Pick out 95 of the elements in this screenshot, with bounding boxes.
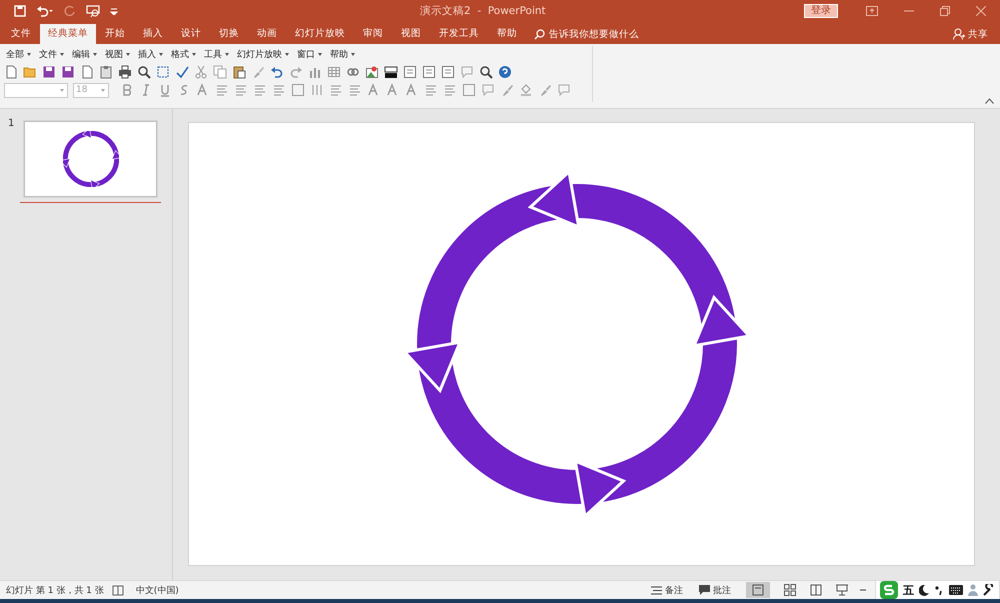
menu-item[interactable]: 全部 bbox=[3, 48, 34, 61]
font-size-value: 18 bbox=[76, 84, 88, 94]
language-label[interactable]: 中文(中国) bbox=[136, 584, 179, 596]
slide-show-icon[interactable] bbox=[836, 584, 848, 596]
ribbon-display-icon[interactable] bbox=[866, 6, 878, 16]
undo-icon[interactable] bbox=[270, 65, 284, 79]
frame-icon[interactable] bbox=[156, 65, 170, 79]
magnifier-icon[interactable] bbox=[479, 65, 493, 79]
redo-icon bbox=[64, 5, 76, 17]
tell-me-field[interactable]: 告诉我你想要做什么 bbox=[534, 24, 659, 44]
picture-icon[interactable] bbox=[365, 65, 379, 79]
text-box-icon bbox=[291, 83, 305, 97]
slide-number: 1 bbox=[8, 118, 14, 129]
menu-item[interactable]: 窗口 bbox=[294, 48, 325, 61]
normal-view-icon[interactable] bbox=[746, 582, 770, 598]
menu-item[interactable]: 格式 bbox=[168, 48, 199, 61]
ribbon-tab[interactable]: 审阅 bbox=[354, 24, 392, 44]
ribbon-tab[interactable]: 经典菜单 bbox=[40, 24, 96, 44]
fill-color-icon[interactable] bbox=[384, 65, 398, 79]
align-lines-icon bbox=[348, 83, 362, 97]
align-lines-icon bbox=[329, 83, 343, 97]
menu-item[interactable]: 帮助 bbox=[327, 48, 358, 61]
text-box-icon bbox=[462, 83, 476, 97]
align-lines-icon bbox=[272, 83, 286, 97]
menu-item[interactable]: 工具 bbox=[201, 48, 232, 61]
brush-icon bbox=[538, 83, 552, 97]
ribbon-tab[interactable]: 开发工具 bbox=[430, 24, 488, 44]
align-lines-icon bbox=[424, 83, 438, 97]
moon-icon bbox=[919, 584, 929, 596]
menu-item[interactable]: 幻灯片放映 bbox=[234, 48, 292, 61]
ribbon-tab[interactable]: 幻灯片放映 bbox=[286, 24, 354, 44]
keyboard-icon bbox=[949, 585, 963, 595]
folder-icon[interactable] bbox=[23, 65, 37, 79]
ribbon-tab[interactable]: 视图 bbox=[392, 24, 430, 44]
paste-icon[interactable] bbox=[232, 65, 246, 79]
ribbon-tab[interactable]: 设计 bbox=[172, 24, 210, 44]
slide-info: 幻灯片 第 1 张，共 1 张 bbox=[6, 584, 104, 596]
scissors-icon[interactable] bbox=[194, 65, 208, 79]
menu-item[interactable]: 插入 bbox=[135, 48, 166, 61]
align-lines-icon bbox=[443, 83, 457, 97]
text-box-icon[interactable] bbox=[441, 65, 455, 79]
table-icon[interactable] bbox=[327, 65, 341, 79]
ribbon-tab[interactable]: 开始 bbox=[96, 24, 134, 44]
align-lines-icon bbox=[215, 83, 229, 97]
ribbon-tab[interactable]: 插入 bbox=[134, 24, 172, 44]
notes-icon bbox=[651, 586, 662, 594]
menu-item[interactable]: 编辑 bbox=[69, 48, 100, 61]
fill-color-icon bbox=[519, 83, 533, 97]
input-mode-label: 五 bbox=[903, 582, 914, 598]
page-icon[interactable] bbox=[4, 65, 18, 79]
menu-item[interactable]: 文件 bbox=[36, 48, 67, 61]
ribbon-tab[interactable]: 切换 bbox=[210, 24, 248, 44]
underline-icon bbox=[158, 83, 172, 97]
customize-caret-icon[interactable] bbox=[110, 7, 118, 15]
brush-icon bbox=[500, 83, 514, 97]
input-method-logo-icon bbox=[880, 581, 898, 599]
close-icon[interactable] bbox=[976, 6, 986, 16]
text-box-icon[interactable] bbox=[403, 65, 417, 79]
save-icon[interactable] bbox=[42, 65, 56, 79]
share-button[interactable]: 共享 bbox=[953, 24, 988, 44]
ribbon-tab[interactable]: 文件 bbox=[2, 24, 40, 44]
save-icon[interactable] bbox=[14, 5, 26, 17]
magnifier-icon[interactable] bbox=[137, 65, 151, 79]
comment-icon bbox=[481, 83, 495, 97]
align-lines-icon bbox=[253, 83, 267, 97]
clipboard-icon[interactable] bbox=[99, 65, 113, 79]
input-method-bar[interactable]: 五 bbox=[875, 580, 1000, 600]
person-icon bbox=[968, 584, 978, 596]
window-title: 演示文稿2 - PowerPoint bbox=[420, 4, 546, 18]
notes-button[interactable]: 备注 bbox=[647, 584, 687, 596]
printer-icon[interactable] bbox=[118, 65, 132, 79]
page-icon[interactable] bbox=[80, 65, 94, 79]
ribbon-tab[interactable]: 帮助 bbox=[488, 24, 526, 44]
comment-icon bbox=[699, 585, 710, 595]
search-icon bbox=[534, 28, 545, 40]
reading-view-icon[interactable] bbox=[810, 584, 822, 596]
help-icon[interactable] bbox=[498, 65, 512, 79]
presentation-icon[interactable] bbox=[86, 4, 100, 18]
menu-item[interactable]: 视图 bbox=[102, 48, 133, 61]
login-button[interactable]: 登录 bbox=[804, 4, 838, 18]
collapse-ribbon-icon[interactable] bbox=[985, 98, 994, 104]
save-icon[interactable] bbox=[61, 65, 75, 79]
punctuation-icon bbox=[934, 584, 944, 596]
font-name-field[interactable] bbox=[4, 82, 68, 98]
restore-icon[interactable] bbox=[940, 6, 950, 16]
align-lines-icon bbox=[234, 83, 248, 97]
cycle-arrows-drawing bbox=[62, 131, 119, 187]
undo-icon[interactable] bbox=[36, 5, 54, 17]
comments-button[interactable]: 批注 bbox=[695, 584, 735, 596]
slide-sorter-icon[interactable] bbox=[784, 584, 796, 596]
ribbon-tab[interactable]: 动画 bbox=[248, 24, 286, 44]
text-box-icon[interactable] bbox=[422, 65, 436, 79]
comment-icon bbox=[557, 83, 571, 97]
person-add-icon bbox=[953, 28, 965, 40]
slide-thumbnail[interactable] bbox=[24, 121, 158, 197]
